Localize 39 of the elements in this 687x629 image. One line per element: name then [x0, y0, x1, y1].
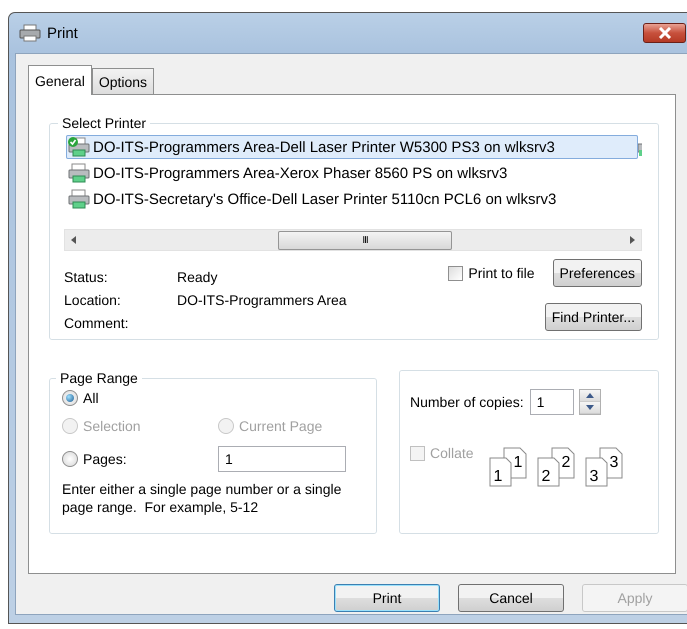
printer-item[interactable]: DO-ITS-Secretary's Office-Dell Laser Printer 5110cn PCL6 on wlksrv3	[66, 187, 638, 211]
group-title: Page Range	[59, 370, 139, 386]
copies-spinner[interactable]	[578, 389, 601, 415]
copies-field[interactable]: 1	[530, 389, 574, 415]
page-range-hint: Enter either a single page number or a single page range. For example, 5-12	[62, 480, 342, 516]
radio-label: All	[83, 390, 99, 406]
group-title: Select Printer	[61, 115, 148, 131]
radio-button[interactable]	[62, 390, 78, 406]
checkbox[interactable]	[448, 266, 464, 280]
close-icon[interactable]	[658, 27, 672, 39]
radio-label: Pages:	[83, 451, 127, 467]
printer-icon	[67, 163, 91, 183]
dialog-button[interactable]: Cancel	[458, 584, 564, 612]
pages-field[interactable]: 1	[218, 446, 346, 472]
preferences-button[interactable]: Preferences	[552, 259, 642, 287]
info-label: Status:	[64, 269, 109, 285]
dialog-button[interactable]: Print	[334, 584, 440, 612]
horizontal-scrollbar[interactable]: III	[64, 229, 642, 251]
info-value: DO-ITS-Programmers Area	[177, 292, 348, 308]
checkbox-label: Collate	[430, 445, 474, 461]
checkbox-label: Print to file	[468, 265, 535, 281]
close-button[interactable]	[643, 23, 686, 43]
default-printer-icon	[67, 137, 91, 157]
radio-label: Selection	[83, 418, 141, 434]
tab[interactable]: General	[28, 65, 92, 95]
printer-icon	[19, 24, 41, 42]
find-printer-button[interactable]: Find Printer...	[544, 303, 642, 331]
info-label: Comment:	[64, 315, 130, 331]
info-value: Ready	[177, 269, 218, 285]
scrollbar-thumb[interactable]: III	[278, 230, 452, 250]
radio-button[interactable]	[62, 451, 78, 467]
tab[interactable]: Options	[92, 68, 154, 94]
printer-item[interactable]: DO-ITS-Programmers Area-Xerox Phaser 8560 PS on wlksrv3	[66, 161, 638, 185]
window-title: Print	[47, 24, 78, 42]
printer-item[interactable]: DO-ITS-Programmers Area-Dell Laser Printer W5300 PS3 on wlksrv3	[66, 135, 638, 159]
info-label: Location:	[64, 292, 122, 308]
printer-icon	[67, 189, 91, 209]
copies-label: Number of copies:	[410, 394, 524, 410]
radio-label: Current Page	[239, 418, 322, 434]
